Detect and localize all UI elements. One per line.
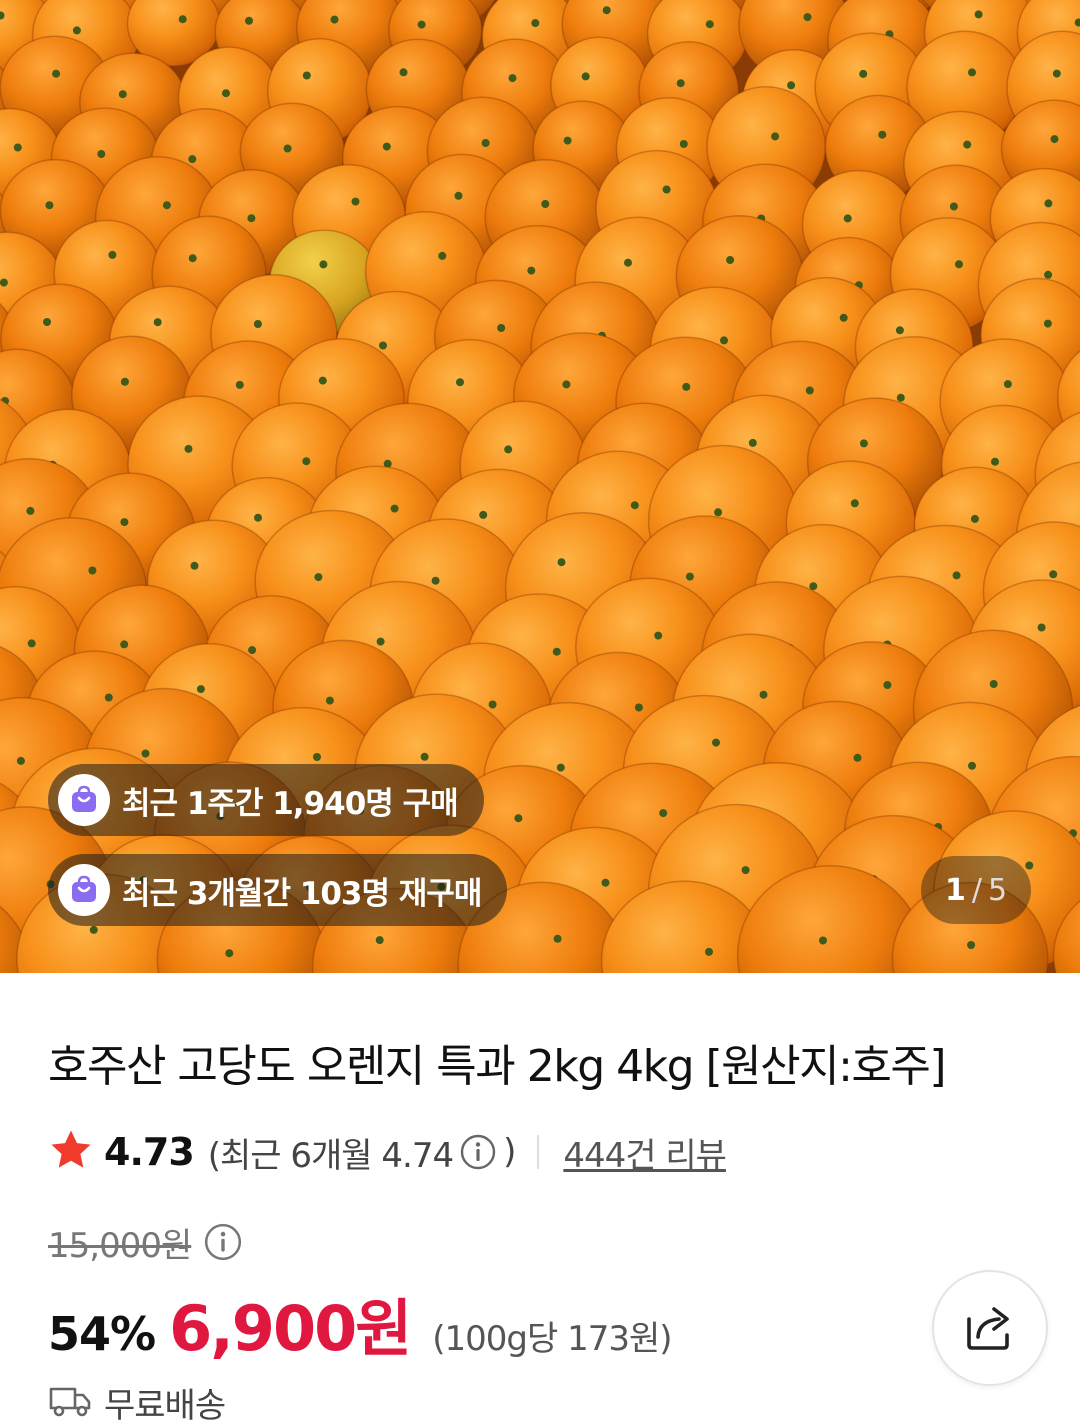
recent-rating-text: (최근 6개월 4.74 bbox=[207, 1135, 454, 1176]
unit-price: (100g당 173원) bbox=[432, 1319, 672, 1359]
pager-current: 1 bbox=[944, 872, 966, 908]
recent-rating-close: ) bbox=[503, 1132, 516, 1172]
rating-row: 4.73 (최근 6개월 4.74 ) 444건 리뷰 bbox=[48, 1126, 727, 1178]
product-image-carousel[interactable]: 최근 1주간 1,940명 구매 최근 3개월간 103명 재구매 1 / 5 bbox=[0, 0, 1080, 973]
pager-separator: / bbox=[971, 872, 982, 908]
truck-icon bbox=[48, 1383, 92, 1423]
image-pager: 1 / 5 bbox=[921, 856, 1031, 924]
shopping-bag-icon bbox=[58, 774, 110, 826]
sale-price-row: 54% 6,900원 (100g당 173원) bbox=[48, 1278, 673, 1365]
info-icon[interactable] bbox=[459, 1133, 497, 1171]
repurchase-text: 최근 3개월간 103명 재구매 bbox=[122, 875, 482, 912]
pager-total: 5 bbox=[987, 872, 1008, 908]
star-icon bbox=[48, 1127, 94, 1177]
recent-purchase-badge: 최근 1주간 1,940명 구매 bbox=[48, 764, 484, 836]
discount-rate: 54% bbox=[48, 1307, 156, 1361]
recent-purchase-text: 최근 1주간 1,940명 구매 bbox=[122, 785, 459, 822]
rating-score: 4.73 bbox=[104, 1130, 195, 1174]
shopping-bag-icon bbox=[58, 864, 110, 916]
recent-rating: (최근 6개월 4.74 ) bbox=[207, 1128, 517, 1177]
share-button[interactable] bbox=[932, 1270, 1048, 1386]
review-count-link[interactable]: 444건 리뷰 bbox=[563, 1128, 727, 1177]
original-price-row: 15,000원 bbox=[48, 1218, 243, 1266]
info-icon[interactable] bbox=[203, 1222, 243, 1262]
product-title: 호주산 고당도 오렌지 특과 2kg 4kg [원산지:호주] bbox=[48, 1041, 947, 1092]
product-detail-page: 최근 1주간 1,940명 구매 최근 3개월간 103명 재구매 1 / 5 … bbox=[0, 0, 1080, 1425]
original-price: 15,000원 bbox=[48, 1225, 192, 1266]
shipping-row: 무료배송 bbox=[48, 1380, 226, 1425]
rating-divider bbox=[537, 1135, 540, 1169]
free-shipping-label: 무료배송 bbox=[104, 1386, 226, 1425]
repurchase-badge: 최근 3개월간 103명 재구매 bbox=[48, 854, 508, 926]
share-icon bbox=[961, 1297, 1019, 1359]
sale-price: 6,900원 bbox=[169, 1292, 412, 1365]
